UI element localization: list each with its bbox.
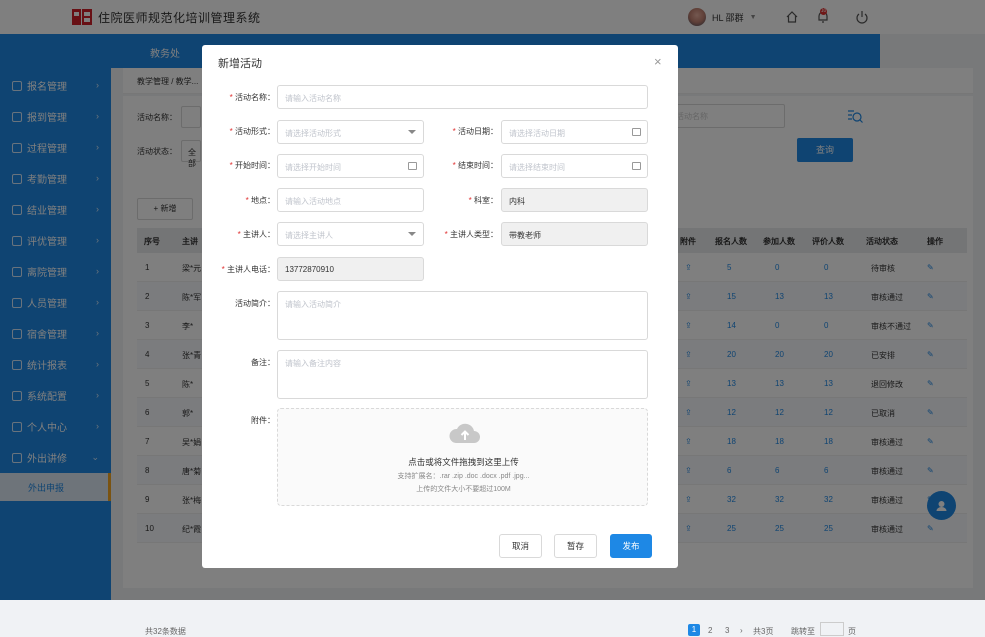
remark-textarea[interactable]: 请输入备注内容: [277, 350, 648, 399]
dept-label: * 科室：: [468, 196, 498, 205]
upload-dropzone[interactable]: 点击或将文件拖拽到这里上传 支持扩展名：.rar .zip .doc .docx…: [277, 408, 648, 506]
activity-name-input[interactable]: 请输入活动名称: [277, 85, 648, 109]
speaker-type-field: 带教老师: [501, 222, 648, 246]
remark-label: 备注：: [251, 358, 275, 367]
caret-down-icon: [408, 130, 416, 134]
goto-label: 跳转至: [791, 627, 815, 636]
caret-down-icon: [408, 232, 416, 236]
upload-ext: 支持扩展名：.rar .zip .doc .docx .pdf .jpg...: [397, 473, 530, 480]
place-input[interactable]: 请输入活动地点: [277, 188, 424, 212]
page-2[interactable]: 2: [708, 626, 712, 635]
add-activity-modal: 新增活动 × * 活动名称： 请输入活动名称 * 活动形式： 请选择活动形式 *…: [202, 45, 678, 568]
page-unit: 页: [848, 627, 856, 636]
end-time-picker[interactable]: 请选择结束时间: [501, 154, 648, 178]
cancel-button[interactable]: 取消: [499, 534, 542, 558]
cloud-upload-icon: [449, 423, 480, 443]
speaker-type-label: * 主讲人类型：: [444, 230, 498, 239]
place-label: * 地点：: [245, 196, 275, 205]
calendar-icon: [408, 162, 417, 170]
speaker-select[interactable]: 请选择主讲人: [277, 222, 424, 246]
form-label: * 活动形式：: [229, 127, 275, 136]
start-label: * 开始时间：: [229, 161, 275, 170]
phone-field: 13772870910: [277, 257, 424, 281]
phone-label: * 主讲人电话：: [221, 265, 275, 274]
chevron-right-icon[interactable]: ›: [740, 626, 743, 635]
activity-form-select[interactable]: 请选择活动形式: [277, 120, 424, 144]
attach-label: 附件：: [251, 416, 275, 425]
intro-label: 活动简介：: [235, 299, 275, 308]
name-label: * 活动名称：: [229, 93, 275, 102]
dept-field: 内科: [501, 188, 648, 212]
intro-textarea[interactable]: 请输入活动简介: [277, 291, 648, 340]
calendar-icon: [632, 162, 641, 170]
close-icon[interactable]: ×: [654, 54, 662, 69]
total-count: 共32条数据: [145, 627, 186, 636]
start-time-picker[interactable]: 请选择开始时间: [277, 154, 424, 178]
page-count: 共3页: [753, 627, 774, 636]
page-1[interactable]: 1: [688, 624, 700, 636]
date-label: * 活动日期：: [452, 127, 498, 136]
activity-date-picker[interactable]: 请选择活动日期: [501, 120, 648, 144]
page-3[interactable]: 3: [725, 626, 729, 635]
goto-input[interactable]: [820, 622, 844, 636]
draft-button[interactable]: 暂存: [554, 534, 597, 558]
upload-text: 点击或将文件拖拽到这里上传: [408, 457, 519, 467]
upload-size: 上传的文件大小不要超过100M: [416, 486, 511, 493]
publish-button[interactable]: 发布: [610, 534, 652, 558]
end-label: * 结束时间：: [452, 161, 498, 170]
calendar-icon: [632, 128, 641, 136]
modal-title: 新增活动: [218, 58, 262, 70]
speaker-label: * 主讲人：: [237, 230, 275, 239]
